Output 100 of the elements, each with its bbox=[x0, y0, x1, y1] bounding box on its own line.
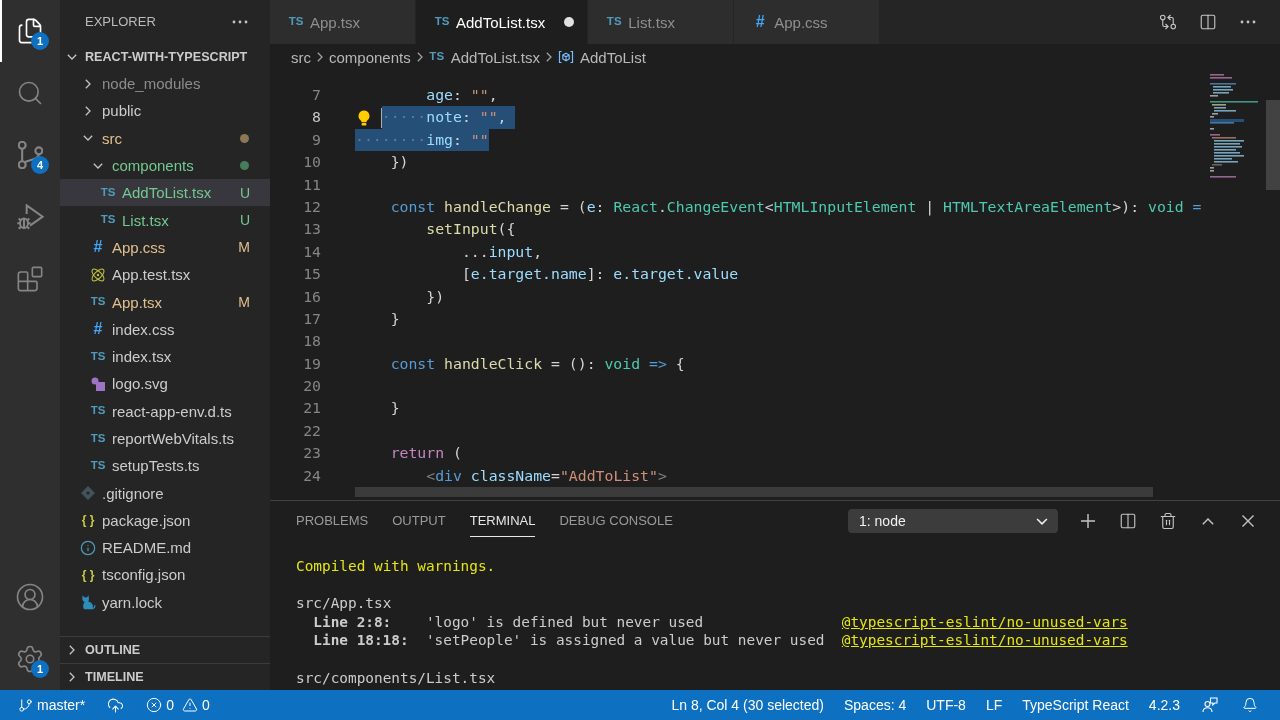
breadcrumb-item[interactable]: AddToList bbox=[557, 45, 646, 69]
line-number: 16 bbox=[302, 286, 322, 307]
code-line: ...input, bbox=[460, 241, 543, 262]
folder-item[interactable]: components bbox=[60, 151, 270, 180]
branch-button[interactable]: master* bbox=[10, 690, 94, 720]
rule-link[interactable]: @typescript-eslint/no-unused-vars bbox=[841, 631, 1128, 650]
ts-glyph: TS bbox=[434, 16, 450, 28]
panel-tab[interactable]: DEBUG CONSOLE bbox=[559, 505, 673, 537]
file-item[interactable]: TS List.tsx U bbox=[60, 206, 270, 234]
settings-button[interactable]: 1 bbox=[0, 628, 60, 690]
editor-tab[interactable]: TS AddToList.tsx bbox=[416, 0, 589, 44]
error-icon bbox=[146, 697, 163, 713]
text-cursor bbox=[380, 107, 383, 128]
cat-icon bbox=[80, 594, 96, 611]
warning-icon bbox=[182, 697, 199, 713]
shapes-icon bbox=[90, 375, 106, 392]
file-item[interactable]: TS index.tsx bbox=[60, 342, 270, 371]
code-line: <div className="AddToList"> bbox=[425, 465, 667, 486]
file-item[interactable]: README.md bbox=[60, 534, 270, 562]
breadcrumb-item[interactable]: src bbox=[291, 45, 311, 69]
more-icon bbox=[232, 19, 248, 24]
chevron-right-icon bbox=[416, 52, 423, 62]
compare-icon bbox=[1159, 13, 1177, 31]
ts-glyph: TS bbox=[90, 432, 106, 445]
folder-section-header[interactable]: REACT-WITH-TYPESCRIPT bbox=[60, 43, 270, 70]
line-number: 21 bbox=[302, 398, 322, 419]
status-bar-item[interactable]: Spaces: 4 bbox=[833, 690, 917, 720]
source-control-button[interactable]: 4 bbox=[0, 124, 60, 186]
line-number: 20 bbox=[302, 376, 322, 397]
status-bar-item[interactable]: LF bbox=[975, 690, 1013, 720]
code-line: [e.target.name]: e.target.value bbox=[460, 264, 739, 285]
line-number: 11 bbox=[302, 174, 322, 195]
notification-badge: 4 bbox=[31, 156, 49, 174]
status-bar-item[interactable]: TypeScript React bbox=[1012, 690, 1139, 720]
terminal-select[interactable]: 1: node bbox=[848, 509, 1058, 533]
line-number: 9 bbox=[311, 129, 322, 150]
file-item[interactable]: yarn.lock bbox=[60, 588, 270, 616]
problems-button[interactable]: 0 0 bbox=[138, 690, 222, 720]
warning-count: 0 bbox=[202, 697, 210, 713]
account-icon bbox=[15, 582, 45, 612]
file-item[interactable]: { } package.json bbox=[60, 506, 270, 535]
warning-location: Line 18:18: bbox=[313, 631, 409, 650]
chevron-right-icon bbox=[545, 52, 552, 62]
settings-icon bbox=[15, 644, 45, 674]
editor-tab[interactable]: TS List.tsx bbox=[588, 0, 735, 44]
folder-item[interactable]: public bbox=[60, 97, 270, 125]
code-line: const handleClick = (): void => { bbox=[389, 353, 685, 374]
split-icon bbox=[1119, 512, 1137, 530]
panel-tab[interactable]: PROBLEMS bbox=[296, 505, 369, 537]
editor-tab[interactable]: TS App.tsx bbox=[270, 0, 416, 44]
file-item[interactable]: TS reportWebVitals.ts bbox=[60, 424, 270, 453]
extensions-icon bbox=[16, 265, 44, 293]
scrollbar-thumb[interactable] bbox=[1266, 100, 1280, 190]
file-item[interactable]: # index.css bbox=[60, 315, 270, 343]
git-status-letter: M bbox=[238, 294, 250, 310]
code-line: }) bbox=[389, 152, 409, 173]
status-bar-item[interactable]: Ln 8, Col 4 (30 selected) bbox=[661, 690, 834, 720]
rule-link[interactable]: @typescript-eslint/no-unused-vars bbox=[841, 612, 1128, 632]
atom-icon bbox=[90, 266, 106, 283]
status-bar-item[interactable]: UTF-8 bbox=[916, 690, 976, 720]
braces-glyph: { } bbox=[80, 514, 96, 527]
close-icon bbox=[1242, 515, 1254, 527]
file-item[interactable]: { } tsconfig.json bbox=[60, 561, 270, 589]
ts-glyph: TS bbox=[606, 16, 623, 28]
ts-glyph: TS bbox=[288, 16, 304, 28]
file-item[interactable]: App.test.tsx bbox=[60, 261, 270, 289]
file-item[interactable]: # App.css M bbox=[60, 233, 270, 262]
folder-item[interactable]: node_modules bbox=[60, 70, 270, 98]
ts-glyph: TS bbox=[100, 187, 116, 199]
chevron-down-icon bbox=[1036, 517, 1048, 525]
line-number: 14 bbox=[302, 241, 322, 262]
breadcrumb-item[interactable]: components bbox=[329, 45, 411, 69]
scrollbar-thumb[interactable] bbox=[355, 487, 1153, 498]
breadcrumb-item[interactable]: TS AddToList.tsx bbox=[428, 45, 540, 69]
code-line: age: "", bbox=[425, 85, 498, 105]
line-number: 17 bbox=[302, 308, 322, 329]
file-item[interactable]: TS react-app-env.d.ts bbox=[60, 397, 270, 425]
line-number: 22 bbox=[302, 420, 322, 441]
folder-item[interactable]: src bbox=[60, 124, 270, 152]
hash-glyph: # bbox=[754, 14, 766, 30]
line-number: 8 bbox=[311, 107, 322, 128]
panel-tab[interactable]: OUTPUT bbox=[392, 505, 446, 537]
code-line: return ( bbox=[389, 443, 462, 464]
ts-glyph: TS bbox=[90, 296, 106, 308]
file-item[interactable]: logo.svg bbox=[60, 370, 270, 398]
panel-tab[interactable]: TERMINAL bbox=[469, 505, 536, 537]
lightbulb-icon[interactable] bbox=[357, 109, 371, 126]
status-bar-item[interactable]: 4.2.3 bbox=[1138, 690, 1190, 720]
chevron-right-icon bbox=[317, 52, 323, 62]
file-item[interactable]: TS App.tsx M bbox=[60, 288, 270, 316]
file-item[interactable]: TS AddToList.tsx U bbox=[60, 179, 270, 207]
ts-glyph: TS bbox=[90, 350, 106, 363]
braces-glyph: { } bbox=[80, 569, 96, 581]
file-item[interactable]: .gitignore bbox=[60, 479, 270, 507]
code-line: } bbox=[389, 398, 400, 419]
file-path: src/App.tsx bbox=[296, 594, 392, 613]
editor-tab[interactable]: # App.css bbox=[734, 0, 881, 44]
file-item[interactable]: TS setupTests.ts bbox=[60, 452, 270, 480]
line-number: 23 bbox=[302, 443, 322, 464]
code-line: const handleChange = (e: React.ChangeEvent<HTMLInputElement | HTMLTextAreaElement>): void = bbox=[389, 196, 1202, 218]
